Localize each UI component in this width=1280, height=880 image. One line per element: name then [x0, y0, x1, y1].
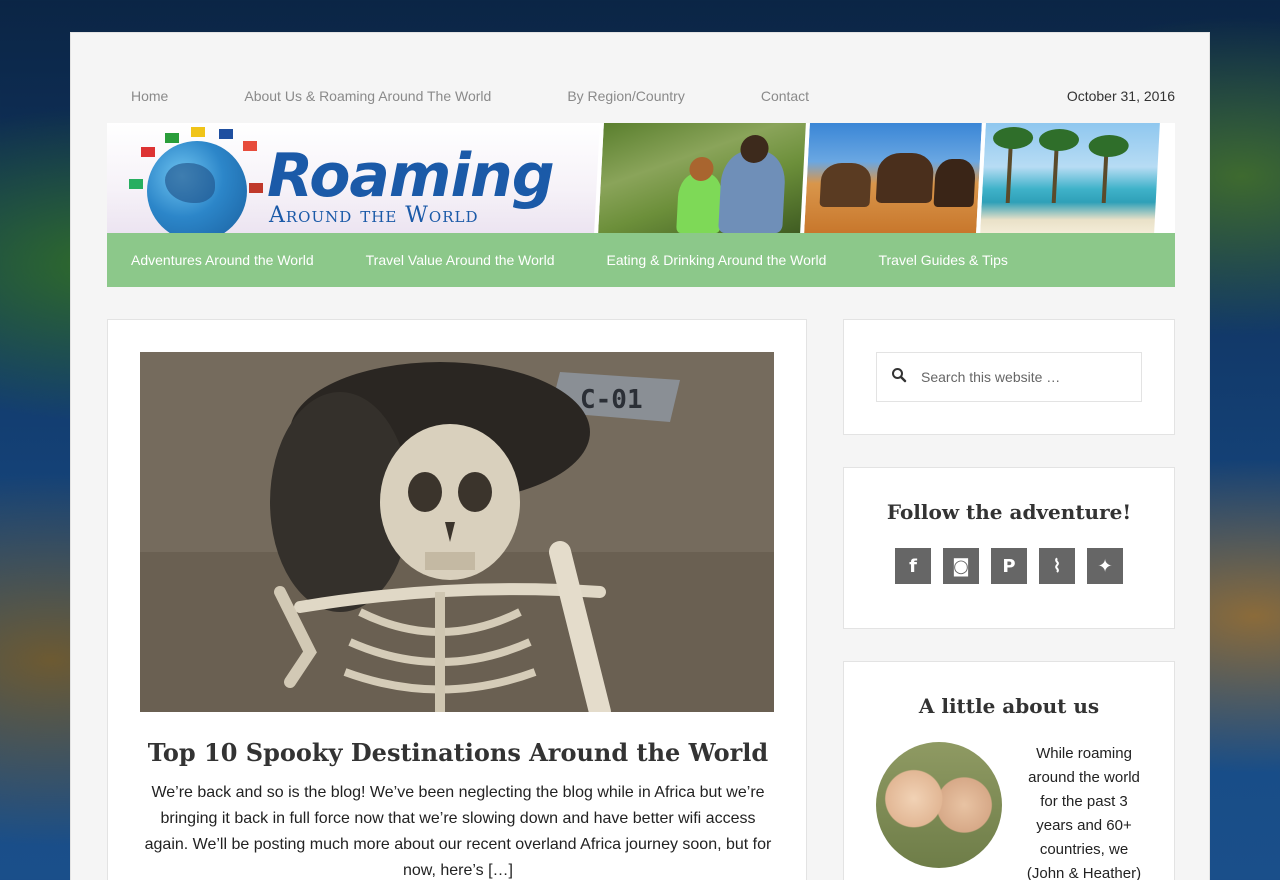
flag-icon	[191, 127, 205, 137]
instagram-icon[interactable]: ◙	[943, 548, 979, 584]
nav-about-us[interactable]: About Us & Roaming Around The World	[220, 88, 491, 104]
eye-socket	[408, 472, 442, 512]
nav-adventures[interactable]: Adventures Around the World	[107, 252, 314, 268]
facebook-icon[interactable]: f	[895, 548, 931, 584]
twitter-icon[interactable]: ✦	[1087, 548, 1123, 584]
site-logo[interactable]: Roaming Around the World	[107, 123, 602, 233]
pinterest-icon[interactable]: P	[991, 548, 1027, 584]
camel-shape	[819, 163, 872, 207]
flag-icon	[249, 183, 263, 193]
person-shape	[676, 173, 724, 233]
flag-icon	[243, 141, 257, 151]
flag-icon	[129, 179, 143, 189]
about-widget: A little about us While roaming around t…	[843, 661, 1175, 880]
nav-home[interactable]: Home	[107, 88, 168, 104]
eye-socket	[458, 472, 492, 512]
search-icon[interactable]	[877, 367, 921, 388]
label-tag-text: C-01	[580, 385, 643, 415]
flag-icon	[219, 129, 233, 139]
post-title[interactable]: Top 10 Spooky Destinations Around the Wo…	[108, 738, 808, 767]
flag-icon	[141, 147, 155, 157]
social-icons: f ◙ P ⌇ ✦	[895, 548, 1135, 584]
banner-photo-camels	[800, 123, 982, 233]
person-shape	[718, 151, 787, 233]
current-date: October 31, 2016	[1066, 88, 1175, 104]
logo-subtitle: Around the World	[269, 203, 479, 228]
site-header-banner[interactable]: Roaming Around the World	[107, 123, 1175, 233]
search-form[interactable]	[876, 352, 1142, 402]
page-container: Home About Us & Roaming Around The World…	[70, 32, 1210, 880]
nav-eating-drinking[interactable]: Eating & Drinking Around the World	[582, 252, 826, 268]
nav-travel-guides[interactable]: Travel Guides & Tips	[854, 252, 1007, 268]
nav-travel-value[interactable]: Travel Value Around the World	[342, 252, 555, 268]
about-avatar	[876, 742, 1002, 868]
main-navigation: Adventures Around the World Travel Value…	[107, 233, 1175, 287]
skeleton-illustration: C-01	[140, 352, 774, 712]
about-widget-title: A little about us	[918, 694, 1100, 718]
top-navigation: Home About Us & Roaming Around The World…	[107, 83, 1175, 109]
flag-icon	[165, 133, 179, 143]
about-text: While roaming around the world for the p…	[1026, 745, 1142, 880]
main-content: C-01 Top 10 Spooky Destinations Around t…	[107, 319, 807, 880]
palm-shape	[1088, 135, 1130, 157]
logo-title: Roaming	[267, 141, 555, 211]
nav-contact[interactable]: Contact	[737, 88, 809, 104]
teeth	[425, 552, 475, 570]
nav-by-region[interactable]: By Region/Country	[543, 88, 685, 104]
palm-shape	[1038, 129, 1080, 151]
palm-shape	[992, 127, 1034, 149]
camel-shape	[933, 159, 976, 207]
follow-widget-title: Follow the adventure!	[886, 500, 1132, 524]
rss-icon[interactable]: ⌇	[1039, 548, 1075, 584]
post-excerpt: We’re back and so is the blog! We’ve bee…	[144, 784, 772, 879]
follow-widget: Follow the adventure! f ◙ P ⌇ ✦	[843, 467, 1175, 629]
post-featured-image[interactable]: C-01	[140, 352, 774, 712]
banner-photo-beach	[976, 123, 1160, 233]
camel-shape	[875, 153, 935, 203]
search-input[interactable]	[921, 369, 1131, 385]
search-widget	[843, 319, 1175, 435]
banner-photo-couple	[594, 123, 808, 233]
